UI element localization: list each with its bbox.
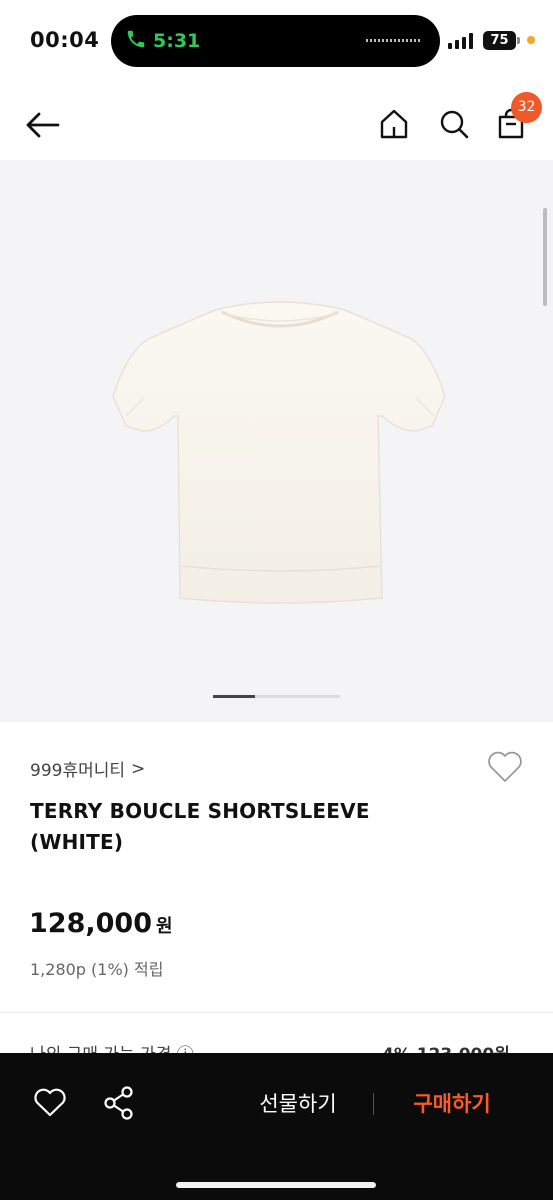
image-pager [213, 695, 340, 698]
divider [0, 1012, 553, 1013]
price-currency: 원 [155, 916, 173, 937]
bottom-action-bar: 선물하기 구매하기 [0, 1053, 553, 1200]
search-icon[interactable] [436, 106, 472, 142]
button-separator [373, 1093, 374, 1115]
gift-button[interactable]: 선물하기 [240, 1087, 356, 1121]
heart-icon[interactable] [486, 750, 524, 786]
status-time: 00:04 [30, 28, 100, 52]
battery-icon: 75 [483, 31, 520, 50]
my-price-label: 나의 구매 가능 가격 ⓘ [30, 1040, 194, 1054]
phone-icon [125, 28, 147, 54]
wishlist-heart-icon[interactable] [33, 1087, 67, 1119]
share-icon[interactable] [102, 1085, 136, 1121]
cart-count-badge: 32 [511, 92, 542, 123]
my-price-value: 4% 123,000원 ⌄ [382, 1040, 530, 1054]
product-price: 128,000 [29, 908, 152, 939]
audio-waveform-icon [366, 39, 422, 42]
call-duration: 5:31 [153, 30, 201, 52]
brand-name: 999휴머니티 [30, 761, 126, 781]
buy-button[interactable]: 구매하기 [394, 1087, 510, 1121]
brand-link[interactable]: 999휴머니티 > [30, 756, 146, 782]
home-indicator[interactable] [176, 1182, 376, 1188]
my-price-row[interactable]: 나의 구매 가능 가격 ⓘ 4% 123,000원 ⌄ [30, 1040, 530, 1054]
scrollbar[interactable] [543, 208, 547, 306]
home-icon[interactable] [376, 106, 412, 142]
top-nav-bar [0, 90, 553, 160]
signal-icon [448, 33, 473, 49]
dynamic-island[interactable]: 5:31 [111, 15, 440, 67]
privacy-indicator-dot [527, 36, 535, 44]
price-row: 128,000 원 [29, 908, 173, 939]
back-arrow-icon[interactable] [22, 108, 62, 142]
chevron-right-icon: > [131, 758, 146, 779]
product-image-carousel[interactable] [0, 160, 553, 722]
product-photo-shirt [112, 301, 446, 604]
product-name: TERRY BOUCLE SHORTSLEEVE (WHITE) [30, 799, 370, 854]
image-pager-active [213, 695, 256, 698]
call-indicator[interactable]: 5:31 [125, 28, 200, 54]
status-bar: 00:04 5:31 75 [0, 0, 553, 80]
reward-points: 1,280p (1%) 적립 [30, 960, 164, 979]
